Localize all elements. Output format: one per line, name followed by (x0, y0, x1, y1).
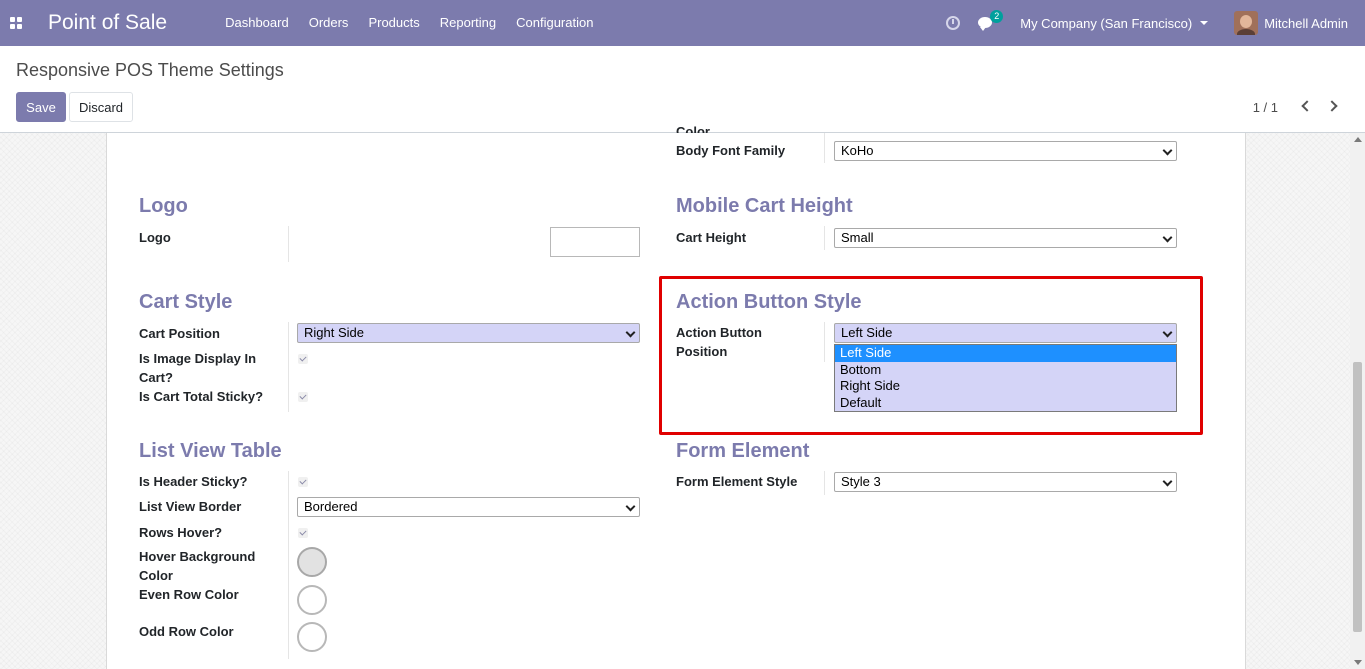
field-divider (824, 471, 825, 495)
cart-style-section-title: Cart Style (139, 291, 233, 313)
hover-background-color-label-line-1: Hover Background (139, 549, 256, 564)
cart-height-value: Small (841, 230, 874, 245)
form-element-style-select[interactable]: Style 3 (834, 472, 1177, 492)
user-menu[interactable]: Mitchell Admin (1234, 11, 1348, 35)
action-button-position-select[interactable]: Left Side (834, 323, 1177, 343)
user-name: Mitchell Admin (1264, 15, 1348, 31)
menu-item-dashboard[interactable]: Dashboard (215, 0, 299, 46)
body-font-family-value: KoHo (841, 143, 874, 158)
hover-background-color-label-line-2: Color (139, 568, 173, 583)
even-row-color-picker[interactable] (297, 585, 327, 615)
image-display-label-line-1: Is Image Display In (139, 351, 257, 366)
odd-row-color-picker[interactable] (297, 622, 327, 652)
cart-position-select[interactable]: Right Side (297, 323, 640, 343)
breadcrumb: Responsive POS Theme Settings (16, 60, 284, 80)
logo-section-title: Logo (139, 195, 188, 217)
image-display-checkbox[interactable] (298, 354, 308, 364)
field-divider (288, 226, 289, 262)
menu-item-reporting[interactable]: Reporting (430, 0, 506, 46)
apps-menu-icon[interactable] (0, 0, 32, 46)
dropdown-option-left-side[interactable]: Left Side (835, 345, 1176, 362)
chevron-down-icon (1162, 145, 1173, 156)
header-sticky-checkbox[interactable] (298, 477, 308, 487)
body-font-family-select[interactable]: KoHo (834, 141, 1177, 161)
body-font-family-label: Body Font Family (676, 143, 786, 158)
scrollbar[interactable] (1350, 133, 1365, 669)
logo-label: Logo (139, 230, 171, 245)
chat-icon[interactable]: 2 (978, 10, 1004, 31)
scrollbar-thumb[interactable] (1353, 362, 1362, 632)
field-divider (824, 133, 825, 163)
chevron-down-icon (625, 501, 636, 512)
list-view-border-select[interactable]: Bordered (297, 497, 640, 517)
image-display-label: Is Image Display In Cart? (139, 349, 256, 387)
odd-row-color-label: Odd Row Color (139, 624, 234, 639)
save-button[interactable]: Save (16, 92, 66, 122)
pager-previous-button[interactable] (1299, 98, 1313, 114)
form-element-section-title: Form Element (676, 440, 810, 462)
discard-button[interactable]: Discard (69, 92, 133, 122)
scroll-down-arrow-icon[interactable] (1354, 660, 1362, 665)
rows-hover-label: Rows Hover? (139, 525, 223, 540)
company-switcher[interactable]: My Company (San Francisco) (1020, 15, 1209, 31)
menu-item-products[interactable]: Products (358, 0, 429, 46)
app-title[interactable]: Point of Sale (48, 11, 167, 35)
activity-clock-icon[interactable] (946, 16, 961, 30)
cart-position-value: Right Side (304, 325, 364, 340)
header-sticky-label: Is Header Sticky? (139, 474, 248, 489)
dropdown-option-default[interactable]: Default (835, 395, 1176, 412)
rows-hover-checkbox[interactable] (298, 528, 308, 538)
chat-count-badge: 2 (990, 10, 1004, 23)
chevron-down-icon (625, 327, 636, 338)
menu-item-configuration[interactable]: Configuration (506, 0, 603, 46)
action-button-style-section-title: Action Button Style (676, 291, 862, 313)
hover-background-color-picker[interactable] (297, 547, 327, 577)
field-divider (824, 226, 825, 250)
form-element-style-label: Form Element Style (676, 474, 798, 489)
logo-image-field[interactable] (550, 227, 640, 257)
pager-next-button[interactable] (1326, 98, 1341, 114)
chevron-left-icon (1301, 100, 1313, 112)
pager-value: 1 / 1 (1252, 100, 1278, 115)
cart-height-label: Cart Height (676, 230, 747, 245)
image-display-label-line-2: Cart? (139, 370, 173, 385)
main-menu: Dashboard Orders Products Reporting Conf… (215, 0, 603, 46)
list-view-table-section-title: List View Table (139, 440, 282, 462)
field-divider (824, 322, 825, 362)
action-button-position-label: Action Button Position (676, 323, 762, 361)
top-navbar: Point of Sale Dashboard Orders Products … (0, 0, 1365, 46)
scroll-up-arrow-icon[interactable] (1354, 137, 1362, 142)
chevron-down-icon (1162, 232, 1173, 243)
cart-total-sticky-checkbox[interactable] (298, 392, 308, 402)
chevron-down-icon (1162, 327, 1173, 338)
avatar (1234, 11, 1259, 35)
field-divider (288, 471, 289, 659)
cart-total-sticky-label: Is Cart Total Sticky? (139, 389, 264, 404)
control-panel: Responsive POS Theme Settings Save Disca… (0, 46, 1365, 133)
action-button-position-label-line-1: Action Button (676, 325, 762, 340)
action-button-position-label-line-2: Position (676, 344, 728, 359)
action-button-position-value: Left Side (841, 325, 893, 340)
dropdown-option-right-side[interactable]: Right Side (835, 378, 1176, 395)
chevron-down-icon (1162, 476, 1173, 487)
hover-background-color-label: Hover Background Color (139, 547, 255, 585)
chevron-right-icon (1326, 100, 1338, 112)
dropdown-option-bottom[interactable]: Bottom (835, 362, 1176, 379)
action-button-position-dropdown: Left Side Bottom Right Side Default (834, 344, 1177, 412)
caret-down-icon (1200, 21, 1209, 25)
list-view-border-label: List View Border (139, 499, 242, 514)
truncated-field-label: Color (676, 124, 710, 133)
field-divider (288, 322, 289, 412)
even-row-color-label: Even Row Color (139, 587, 239, 602)
form-element-style-value: Style 3 (841, 474, 881, 489)
mobile-cart-height-section-title: Mobile Cart Height (676, 195, 853, 217)
menu-item-orders[interactable]: Orders (299, 0, 359, 46)
list-view-border-value: Bordered (304, 499, 358, 514)
cart-height-select[interactable]: Small (834, 228, 1177, 248)
cart-position-label: Cart Position (139, 326, 220, 341)
company-name: My Company (San Francisco) (1020, 15, 1193, 31)
